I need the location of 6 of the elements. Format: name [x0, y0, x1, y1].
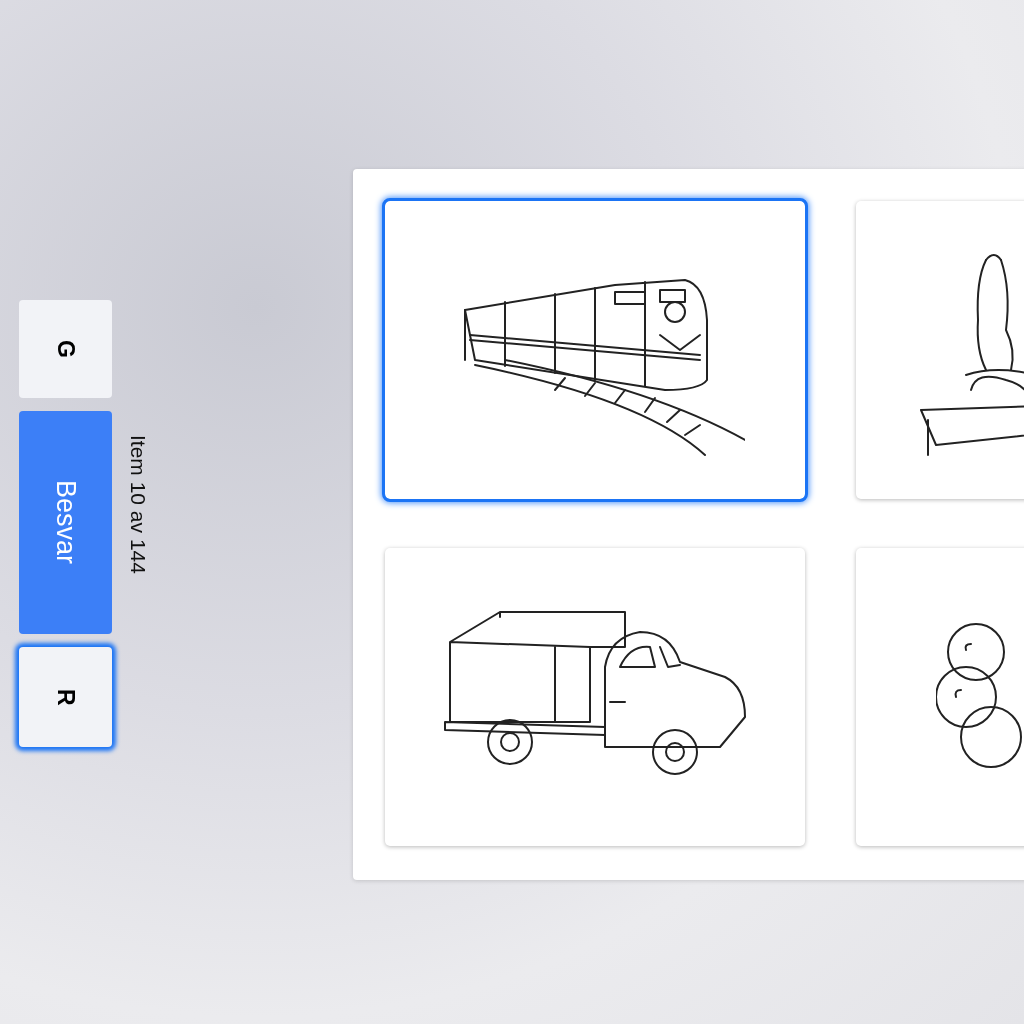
- side-button[interactable]: G: [19, 300, 112, 398]
- item-counter: Item 10 av 144: [125, 435, 151, 574]
- answer-choice[interactable]: [384, 548, 805, 846]
- answer-choice[interactable]: [384, 201, 805, 499]
- side-button[interactable]: R: [19, 647, 112, 747]
- side-button[interactable]: Besvar: [19, 411, 112, 634]
